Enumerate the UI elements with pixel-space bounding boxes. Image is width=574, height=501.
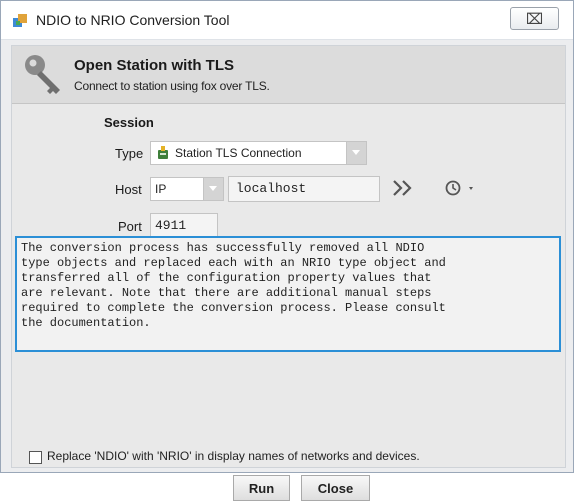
app-icon: [13, 14, 27, 27]
window-title: NDIO to NRIO Conversion Tool: [36, 12, 230, 28]
dialog-header: Open Station with TLS Connect to station…: [12, 46, 565, 104]
host-protocol-value: IP: [155, 182, 167, 196]
type-select-value: Station TLS Connection: [175, 146, 302, 160]
dialog-window: NDIO to NRIO Conversion Tool ⌧ Open Stat…: [0, 0, 574, 501]
station-connection-icon: [158, 146, 168, 159]
window-close-button[interactable]: ⌧: [510, 7, 559, 30]
clock-history-icon[interactable]: [444, 179, 476, 197]
title-bar: NDIO to NRIO Conversion Tool ⌧: [1, 1, 573, 40]
type-select[interactable]: Station TLS Connection: [150, 141, 367, 165]
session-heading: Session: [104, 115, 154, 130]
host-field-value: localhost: [236, 181, 307, 196]
type-label: Type: [115, 146, 144, 161]
dialog-subheading: Connect to station using fox over TLS.: [74, 79, 270, 93]
replace-names-checkbox[interactable]: [29, 451, 42, 464]
dialog-heading: Open Station with TLS: [74, 57, 234, 74]
replace-names-label: Replace 'NDIO' with 'NRIO' in display na…: [47, 449, 420, 463]
chevron-down-icon: [203, 178, 223, 200]
host-label: Host: [115, 182, 142, 197]
key-icon: [25, 55, 60, 94]
port-label: Port: [118, 219, 142, 234]
dialog-content: Open Station with TLS Connect to station…: [11, 45, 566, 501]
conversion-message: The conversion process has successfully …: [15, 236, 561, 352]
double-chevron-right-icon[interactable]: [392, 179, 414, 197]
close-button[interactable]: Close: [301, 475, 370, 501]
host-field[interactable]: localhost: [228, 176, 380, 202]
host-protocol-select[interactable]: IP: [150, 177, 224, 201]
run-button[interactable]: Run: [233, 475, 290, 501]
port-field-value: 4911: [155, 218, 187, 233]
chevron-down-icon: [346, 142, 366, 164]
close-icon: ⌧: [525, 10, 544, 28]
